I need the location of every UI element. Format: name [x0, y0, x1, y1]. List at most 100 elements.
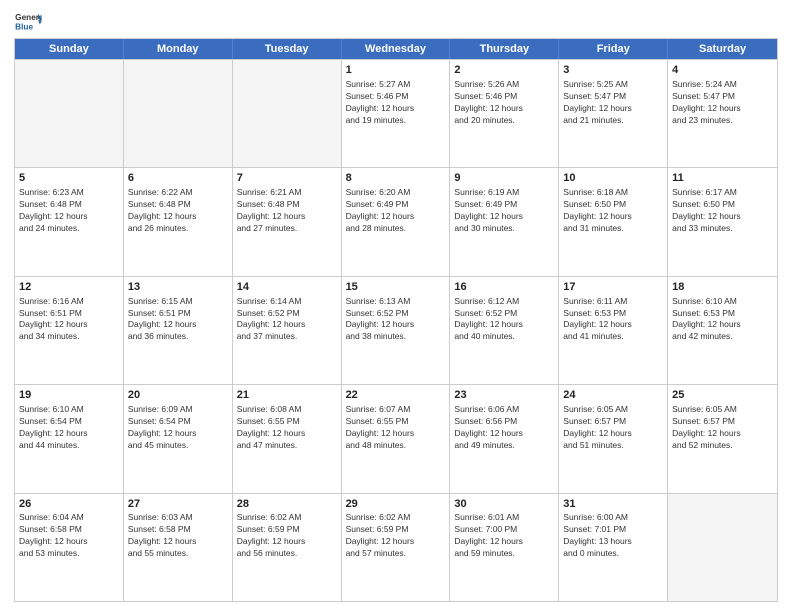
logo: General Blue — [14, 10, 42, 32]
week-row-1: 1Sunrise: 5:27 AMSunset: 5:46 PMDaylight… — [15, 59, 777, 167]
day-number: 17 — [563, 280, 663, 295]
cal-cell: 2Sunrise: 5:26 AMSunset: 5:46 PMDaylight… — [450, 60, 559, 167]
day-number: 16 — [454, 280, 554, 295]
cell-info: Sunrise: 6:18 AMSunset: 6:50 PMDaylight:… — [563, 187, 663, 235]
day-number: 26 — [19, 497, 119, 512]
cal-cell: 19Sunrise: 6:10 AMSunset: 6:54 PMDayligh… — [15, 385, 124, 492]
cell-info: Sunrise: 5:27 AMSunset: 5:46 PMDaylight:… — [346, 79, 446, 127]
cal-cell: 27Sunrise: 6:03 AMSunset: 6:58 PMDayligh… — [124, 494, 233, 601]
day-number: 9 — [454, 171, 554, 186]
header-cell-tuesday: Tuesday — [233, 39, 342, 59]
cell-info: Sunrise: 5:24 AMSunset: 5:47 PMDaylight:… — [672, 79, 773, 127]
cell-info: Sunrise: 6:11 AMSunset: 6:53 PMDaylight:… — [563, 296, 663, 344]
svg-text:Blue: Blue — [15, 22, 33, 31]
cal-cell: 21Sunrise: 6:08 AMSunset: 6:55 PMDayligh… — [233, 385, 342, 492]
day-number: 25 — [672, 388, 773, 403]
calendar-header: SundayMondayTuesdayWednesdayThursdayFrid… — [15, 39, 777, 59]
cal-cell: 11Sunrise: 6:17 AMSunset: 6:50 PMDayligh… — [668, 168, 777, 275]
day-number: 19 — [19, 388, 119, 403]
cal-cell: 17Sunrise: 6:11 AMSunset: 6:53 PMDayligh… — [559, 277, 668, 384]
cell-info: Sunrise: 6:19 AMSunset: 6:49 PMDaylight:… — [454, 187, 554, 235]
cal-cell: 28Sunrise: 6:02 AMSunset: 6:59 PMDayligh… — [233, 494, 342, 601]
day-number: 4 — [672, 63, 773, 78]
cell-info: Sunrise: 6:12 AMSunset: 6:52 PMDaylight:… — [454, 296, 554, 344]
cell-info: Sunrise: 6:08 AMSunset: 6:55 PMDaylight:… — [237, 404, 337, 452]
cell-info: Sunrise: 6:10 AMSunset: 6:53 PMDaylight:… — [672, 296, 773, 344]
day-number: 3 — [563, 63, 663, 78]
header-cell-sunday: Sunday — [15, 39, 124, 59]
cal-cell: 20Sunrise: 6:09 AMSunset: 6:54 PMDayligh… — [124, 385, 233, 492]
calendar: SundayMondayTuesdayWednesdayThursdayFrid… — [14, 38, 778, 602]
cal-cell: 13Sunrise: 6:15 AMSunset: 6:51 PMDayligh… — [124, 277, 233, 384]
cal-cell: 7Sunrise: 6:21 AMSunset: 6:48 PMDaylight… — [233, 168, 342, 275]
logo-icon: General Blue — [14, 10, 42, 32]
cell-info: Sunrise: 6:03 AMSunset: 6:58 PMDaylight:… — [128, 512, 228, 560]
cell-info: Sunrise: 6:13 AMSunset: 6:52 PMDaylight:… — [346, 296, 446, 344]
cell-info: Sunrise: 6:01 AMSunset: 7:00 PMDaylight:… — [454, 512, 554, 560]
cal-cell: 30Sunrise: 6:01 AMSunset: 7:00 PMDayligh… — [450, 494, 559, 601]
cell-info: Sunrise: 5:26 AMSunset: 5:46 PMDaylight:… — [454, 79, 554, 127]
day-number: 6 — [128, 171, 228, 186]
day-number: 14 — [237, 280, 337, 295]
cal-cell: 16Sunrise: 6:12 AMSunset: 6:52 PMDayligh… — [450, 277, 559, 384]
cal-cell: 6Sunrise: 6:22 AMSunset: 6:48 PMDaylight… — [124, 168, 233, 275]
cell-info: Sunrise: 6:20 AMSunset: 6:49 PMDaylight:… — [346, 187, 446, 235]
cell-info: Sunrise: 6:10 AMSunset: 6:54 PMDaylight:… — [19, 404, 119, 452]
cal-cell: 4Sunrise: 5:24 AMSunset: 5:47 PMDaylight… — [668, 60, 777, 167]
day-number: 21 — [237, 388, 337, 403]
cal-cell: 3Sunrise: 5:25 AMSunset: 5:47 PMDaylight… — [559, 60, 668, 167]
day-number: 18 — [672, 280, 773, 295]
cal-cell: 22Sunrise: 6:07 AMSunset: 6:55 PMDayligh… — [342, 385, 451, 492]
cal-cell: 31Sunrise: 6:00 AMSunset: 7:01 PMDayligh… — [559, 494, 668, 601]
cell-info: Sunrise: 6:06 AMSunset: 6:56 PMDaylight:… — [454, 404, 554, 452]
day-number: 30 — [454, 497, 554, 512]
cell-info: Sunrise: 6:00 AMSunset: 7:01 PMDaylight:… — [563, 512, 663, 560]
day-number: 12 — [19, 280, 119, 295]
cell-info: Sunrise: 6:16 AMSunset: 6:51 PMDaylight:… — [19, 296, 119, 344]
cal-cell: 25Sunrise: 6:05 AMSunset: 6:57 PMDayligh… — [668, 385, 777, 492]
header-cell-friday: Friday — [559, 39, 668, 59]
day-number: 15 — [346, 280, 446, 295]
cal-cell — [233, 60, 342, 167]
cal-cell: 5Sunrise: 6:23 AMSunset: 6:48 PMDaylight… — [15, 168, 124, 275]
cal-cell: 23Sunrise: 6:06 AMSunset: 6:56 PMDayligh… — [450, 385, 559, 492]
cell-info: Sunrise: 6:14 AMSunset: 6:52 PMDaylight:… — [237, 296, 337, 344]
calendar-page: General Blue SundayMondayTuesdayWednesda… — [0, 0, 792, 612]
day-number: 22 — [346, 388, 446, 403]
cell-info: Sunrise: 6:23 AMSunset: 6:48 PMDaylight:… — [19, 187, 119, 235]
day-number: 28 — [237, 497, 337, 512]
day-number: 20 — [128, 388, 228, 403]
day-number: 7 — [237, 171, 337, 186]
cell-info: Sunrise: 6:05 AMSunset: 6:57 PMDaylight:… — [672, 404, 773, 452]
header-cell-thursday: Thursday — [450, 39, 559, 59]
day-number: 5 — [19, 171, 119, 186]
cell-info: Sunrise: 6:17 AMSunset: 6:50 PMDaylight:… — [672, 187, 773, 235]
week-row-4: 19Sunrise: 6:10 AMSunset: 6:54 PMDayligh… — [15, 384, 777, 492]
day-number: 11 — [672, 171, 773, 186]
cell-info: Sunrise: 6:22 AMSunset: 6:48 PMDaylight:… — [128, 187, 228, 235]
cal-cell: 8Sunrise: 6:20 AMSunset: 6:49 PMDaylight… — [342, 168, 451, 275]
day-number: 1 — [346, 63, 446, 78]
cell-info: Sunrise: 6:02 AMSunset: 6:59 PMDaylight:… — [237, 512, 337, 560]
cal-cell: 18Sunrise: 6:10 AMSunset: 6:53 PMDayligh… — [668, 277, 777, 384]
calendar-body: 1Sunrise: 5:27 AMSunset: 5:46 PMDaylight… — [15, 59, 777, 601]
cell-info: Sunrise: 6:05 AMSunset: 6:57 PMDaylight:… — [563, 404, 663, 452]
cal-cell — [15, 60, 124, 167]
cal-cell: 14Sunrise: 6:14 AMSunset: 6:52 PMDayligh… — [233, 277, 342, 384]
header: General Blue — [14, 10, 778, 32]
header-cell-monday: Monday — [124, 39, 233, 59]
day-number: 10 — [563, 171, 663, 186]
week-row-2: 5Sunrise: 6:23 AMSunset: 6:48 PMDaylight… — [15, 167, 777, 275]
cell-info: Sunrise: 5:25 AMSunset: 5:47 PMDaylight:… — [563, 79, 663, 127]
cal-cell — [124, 60, 233, 167]
cal-cell: 26Sunrise: 6:04 AMSunset: 6:58 PMDayligh… — [15, 494, 124, 601]
day-number: 2 — [454, 63, 554, 78]
cal-cell: 1Sunrise: 5:27 AMSunset: 5:46 PMDaylight… — [342, 60, 451, 167]
cal-cell — [668, 494, 777, 601]
day-number: 13 — [128, 280, 228, 295]
cal-cell: 24Sunrise: 6:05 AMSunset: 6:57 PMDayligh… — [559, 385, 668, 492]
cell-info: Sunrise: 6:09 AMSunset: 6:54 PMDaylight:… — [128, 404, 228, 452]
week-row-5: 26Sunrise: 6:04 AMSunset: 6:58 PMDayligh… — [15, 493, 777, 601]
cal-cell: 29Sunrise: 6:02 AMSunset: 6:59 PMDayligh… — [342, 494, 451, 601]
cell-info: Sunrise: 6:07 AMSunset: 6:55 PMDaylight:… — [346, 404, 446, 452]
